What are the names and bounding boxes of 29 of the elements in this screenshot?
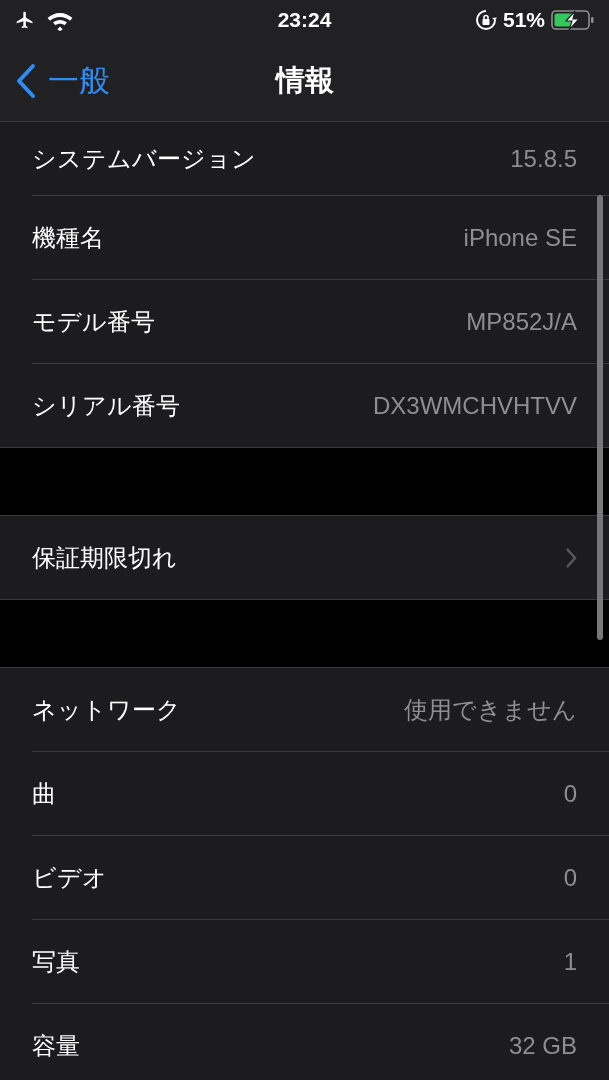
setting-label: 写真 [32, 946, 80, 977]
airplane-icon [14, 10, 36, 30]
back-button[interactable]: 一般 [16, 59, 110, 102]
warranty-row[interactable]: 保証期限切れ [32, 516, 609, 599]
setting-value: iPhone SE [463, 223, 577, 252]
back-chevron-icon [16, 62, 36, 99]
setting-value: 0 [563, 779, 577, 808]
setting-value: 0 [563, 863, 577, 892]
setting-value: 15.8.5 [510, 144, 577, 173]
setting-value: MP852J/A [466, 307, 577, 336]
battery-charging-icon [551, 9, 595, 31]
setting-label: 曲 [32, 778, 56, 809]
setting-label: 容量 [32, 1030, 80, 1061]
setting-label: 保証期限切れ [32, 542, 177, 573]
rotation-lock-icon [474, 9, 497, 31]
setting-value: 使用できません [404, 694, 577, 725]
setting-label: シリアル番号 [32, 390, 180, 421]
setting-label: ネットワーク [32, 694, 181, 725]
battery-percentage: 51% [502, 8, 545, 32]
setting-value: 1 [563, 947, 577, 976]
clock-time: 23:24 [277, 8, 332, 32]
page-title: 情報 [275, 62, 334, 98]
setting-value: DX3WMCHVHTVV [373, 391, 577, 420]
setting-label: ビデオ [32, 862, 107, 893]
chevron-icon [565, 546, 577, 569]
setting-label: モデル番号 [32, 306, 155, 337]
setting-label: 機種名 [32, 222, 104, 253]
setting-value: 32 GB [508, 1031, 577, 1060]
setting-label: システムバージョン [32, 143, 256, 174]
